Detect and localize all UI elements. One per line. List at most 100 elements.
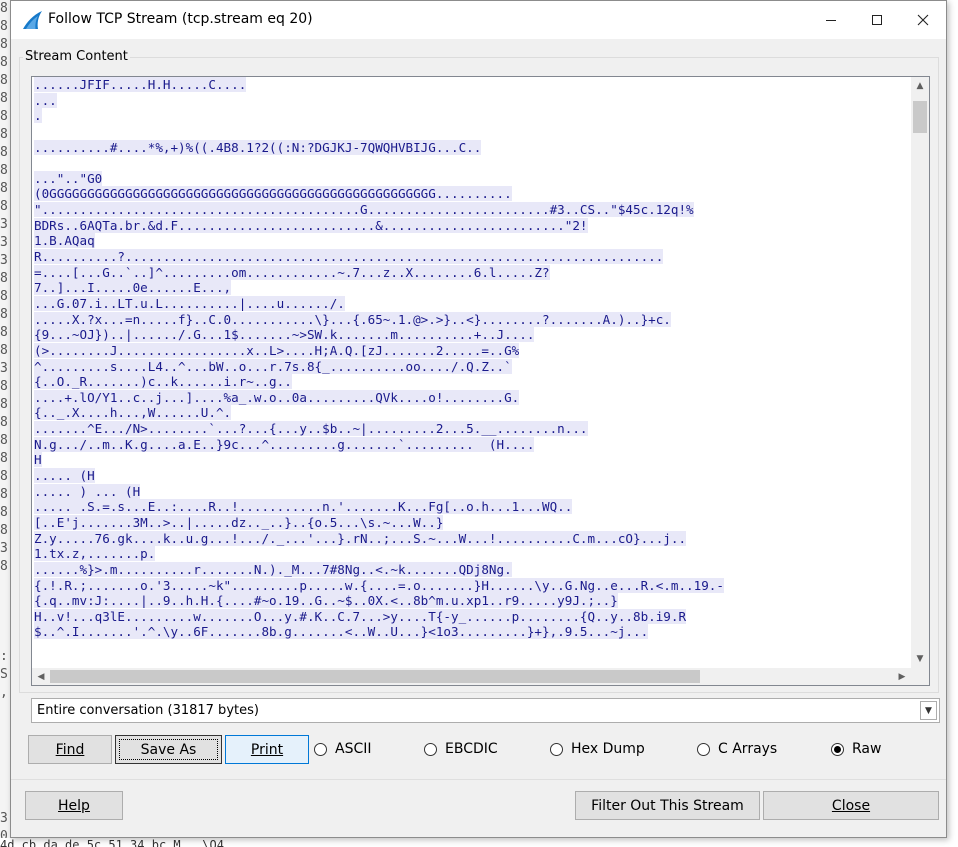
stream-line: ..... ) ... (H	[34, 483, 911, 500]
background-row-fragment: S	[0, 667, 8, 682]
stream-text-view[interactable]: ......JFIF.....H.H.....C................…	[31, 76, 930, 686]
stream-line-text: =....[...G..`..]^.........om............…	[34, 264, 550, 280]
stream-line-text: H	[34, 452, 42, 468]
close-window-button[interactable]	[900, 1, 946, 39]
vertical-scrollbar[interactable]: ▲ ▼	[911, 77, 929, 668]
stream-line: .	[34, 108, 911, 124]
stream-line: .......^E.../N>........`...?...{...y..$b…	[34, 421, 911, 437]
background-row-fragment: 8	[0, 487, 8, 502]
background-row-fragment: 8	[0, 163, 8, 178]
stream-text-content[interactable]: ......JFIF.....H.H.....C................…	[32, 77, 911, 668]
stream-line-text: H..v!...q3lE.........w.......O...y.#.K..…	[34, 608, 687, 624]
stream-line-text: N.g.../..m..K.g....a.E..}9c...^.........…	[34, 436, 535, 452]
radio-raw-indicator[interactable]	[831, 742, 844, 756]
stream-line-text: ".......................................…	[34, 202, 694, 218]
background-row-fragment	[0, 720, 10, 738]
vertical-scroll-thumb[interactable]	[913, 101, 927, 133]
background-row-fragment: 3	[0, 361, 8, 376]
close-button[interactable]: Close	[763, 791, 939, 820]
stream-line-text: ..... (H	[34, 468, 95, 484]
stream-line-text: .....X.?x...=n.....f}..C.0...........\}.…	[34, 311, 671, 327]
stream-line-text: ..........#....*%,+)%((.4B8.1?2((:N:?DGJ…	[34, 139, 482, 155]
stream-line-text: ^.........s....L4..^...bW..o...r.7s.8{_.…	[34, 358, 512, 374]
filter-out-stream-button[interactable]: Filter Out This Stream	[575, 791, 760, 820]
radio-hex-dump-indicator[interactable]	[550, 742, 563, 756]
background-row-fragment	[0, 738, 10, 756]
stream-line-text: ......%}>.m..........r.......N.)._M...7#…	[34, 561, 512, 577]
stream-line: {9...~OJ})..|....../.G...1$.......~>SW.k…	[34, 327, 911, 343]
stream-line-text: 1.B.AQaq	[34, 233, 95, 249]
background-row-fragment	[0, 702, 10, 720]
background-row-fragment: 8	[0, 127, 8, 142]
print-button-label: Print	[250, 741, 284, 758]
filter-out-stream-button-label: Filter Out This Stream	[591, 797, 744, 814]
conversation-select[interactable]: Entire conversation (31817 bytes) ▼	[31, 698, 940, 723]
stream-line: R..........?............................…	[34, 249, 911, 265]
background-row-fragment: 8	[0, 415, 8, 430]
scroll-down-icon[interactable]: ▼	[911, 650, 929, 668]
background-row-fragment: 8	[0, 19, 8, 34]
radio-ascii-label: ASCII	[335, 741, 372, 757]
background-row-fragment: 8	[0, 271, 8, 286]
stream-line-text: ...".."G0	[34, 170, 103, 186]
find-button[interactable]: Find	[28, 735, 112, 764]
stream-line: 7..]...I.....0e......E...,	[34, 280, 911, 296]
radio-ebcdic[interactable]: EBCDIC	[424, 739, 498, 759]
scroll-up-icon[interactable]: ▲	[911, 77, 929, 95]
stream-line: {..O._R.......)c..k......i.r~..g..	[34, 374, 911, 390]
radio-hex-dump[interactable]: Hex Dump	[550, 739, 645, 759]
stream-line	[34, 124, 911, 140]
stream-line: (>........J.................x..L>....H;A…	[34, 342, 911, 359]
follow-tcp-stream-dialog: Follow TCP Stream (tcp.stream eq 20) Str…	[10, 0, 947, 838]
radio-raw[interactable]: Raw	[831, 739, 881, 759]
scroll-left-icon[interactable]: ◀	[32, 668, 50, 685]
stream-line: [..E'j.......3M..>..|.....dz.._..}..{o.5…	[34, 514, 911, 531]
background-row-fragment: 3	[0, 811, 8, 826]
maximize-button[interactable]	[854, 1, 900, 39]
print-button[interactable]: Print	[225, 735, 309, 764]
stream-line: ..........#....*%,+)%((.4B8.1?2((:N:?DGJ…	[34, 139, 911, 156]
stream-line: $..^.I.......'.^.\y..6F.......8b.g......…	[34, 624, 911, 640]
background-row-fragment: 3	[0, 253, 8, 268]
scroll-corner	[911, 668, 929, 685]
background-row-fragment: 8	[0, 451, 8, 466]
stream-line: ...	[34, 92, 911, 109]
minimize-button[interactable]	[808, 1, 854, 39]
title-bar: Follow TCP Stream (tcp.stream eq 20)	[11, 1, 946, 39]
horizontal-scrollbar[interactable]: ◀ ▶	[32, 668, 911, 685]
stream-line-text: 1.tx.z,.......p.	[34, 546, 156, 562]
horizontal-scroll-thumb[interactable]	[50, 670, 700, 683]
save-as-button[interactable]: Save As	[115, 735, 222, 764]
scroll-right-icon[interactable]: ▶	[893, 668, 911, 685]
radio-ascii-indicator[interactable]	[314, 742, 327, 756]
background-row-fragment: 8	[0, 505, 8, 520]
window-title: Follow TCP Stream (tcp.stream eq 20)	[48, 11, 313, 27]
background-row-fragment: ,	[0, 685, 8, 700]
find-button-label: Find	[55, 741, 85, 758]
background-row-fragment: 8	[0, 289, 8, 304]
chevron-down-icon[interactable]: ▼	[920, 701, 937, 720]
radio-ebcdic-indicator[interactable]	[424, 742, 437, 756]
stream-line: ..... .S.=.s...E..:....R..!...........n.…	[34, 499, 911, 515]
stream-line-text: ...	[34, 92, 57, 108]
stream-line-text: {9...~OJ})..|....../.G...1$.......~>SW.k…	[34, 327, 535, 343]
stream-line-text: ..... ) ... (H	[34, 483, 141, 499]
radio-ascii[interactable]: ASCII	[314, 739, 372, 759]
background-row-fragment: 8	[0, 397, 8, 412]
background-row-fragment	[0, 756, 10, 774]
stream-line-text: ..... .S.=.s...E..:....R..!...........n.…	[34, 499, 573, 515]
stream-line: ...G.07.i..LT.u.L..........|....u....../…	[34, 295, 911, 312]
stream-line: .....X.?x...=n.....f}..C.0...........\}.…	[34, 311, 911, 328]
stream-line: Z.y.....76.gk....k..u.g...!.../._...'...…	[34, 530, 911, 547]
radio-c-arrays-indicator[interactable]	[697, 742, 710, 756]
close-icon	[917, 14, 929, 26]
background-row-fragment	[0, 792, 10, 810]
stream-line-text: {.._.X....h...,W......U.^.	[34, 405, 232, 421]
stream-line-text: R..........?............................…	[34, 249, 664, 265]
maximize-icon	[872, 15, 882, 25]
background-row-fragment: 3	[0, 235, 8, 250]
conversation-select-value: Entire conversation (31817 bytes)	[37, 703, 259, 718]
minimize-icon	[826, 20, 836, 21]
help-button[interactable]: Help	[25, 791, 123, 820]
radio-c-arrays[interactable]: C Arrays	[697, 739, 777, 759]
